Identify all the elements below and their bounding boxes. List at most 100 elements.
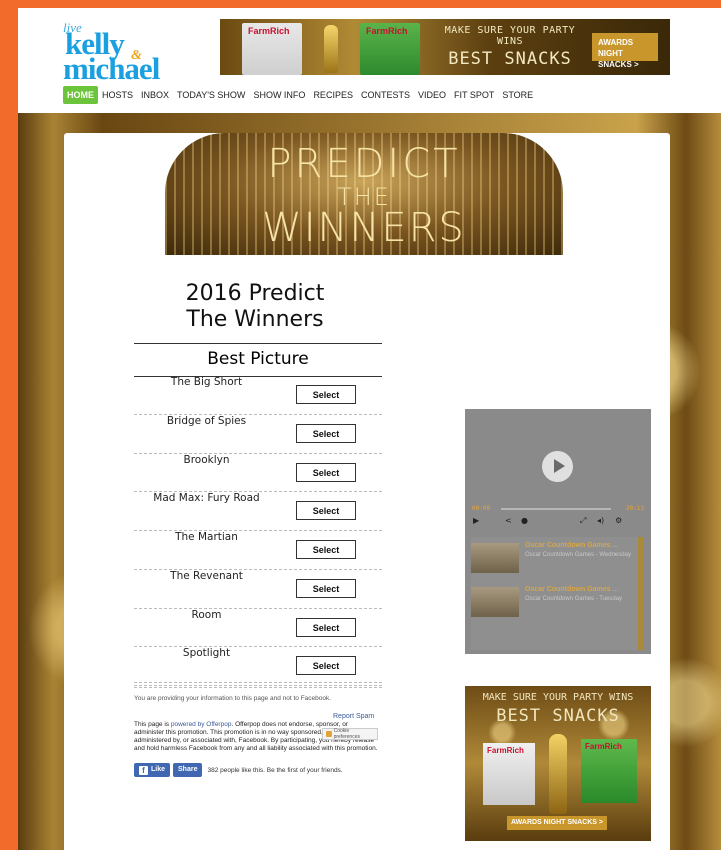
nominee-list: The Big Short Select Bridge of Spies Sel… <box>134 376 382 686</box>
playlist-item-title: Oscar Countdown Games ... <box>525 542 619 549</box>
side-banner-ad[interactable]: MAKE SURE YOUR PARTY WINS BEST SNACKS Fa… <box>465 686 651 841</box>
facebook-like-button[interactable]: f Like <box>134 763 171 777</box>
nav-todays-show[interactable]: TODAY'S SHOW <box>173 86 249 104</box>
gold-background: PREDICT THE WINNERS 2016 Predict The Win… <box>18 113 721 850</box>
nav-store[interactable]: STORE <box>498 86 537 104</box>
cookie-preferences-button[interactable]: Cookie preferences <box>322 728 378 740</box>
ad-cta-button[interactable]: AWARDS NIGHT SNACKS > <box>507 816 607 830</box>
ad-package-brand: FarmRich <box>366 26 408 36</box>
fine-print-intro: This page is <box>134 721 171 728</box>
ad-headline-line1: MAKE SURE YOUR PARTY WINS <box>482 692 634 703</box>
ad-headline-line2: BEST SNACKS <box>448 49 572 69</box>
ad-package-brand: FarmRich <box>248 26 290 36</box>
oscar-statue-icon <box>549 734 567 814</box>
ad-product-package: FarmRich <box>483 743 535 805</box>
nominee-name: Mad Max: Fury Road <box>153 492 260 505</box>
nominee-row: Room Select <box>134 609 382 648</box>
ad-headline-line1: MAKE SURE YOUR PARTY WINS <box>444 25 576 47</box>
top-banner-ad[interactable]: FarmRich FarmRich MAKE SURE YOUR PARTY W… <box>220 19 670 75</box>
facebook-icon: f <box>139 765 148 775</box>
nominee-name: Bridge of Spies <box>166 414 247 427</box>
banner-line3: WINNERS <box>262 205 466 251</box>
lock-icon <box>326 731 332 737</box>
predict-winners-banner: PREDICT THE WINNERS <box>165 133 563 255</box>
nav-fit-spot[interactable]: FIT SPOT <box>450 86 498 104</box>
facebook-share-button[interactable]: Share <box>173 763 203 777</box>
video-player[interactable]: 00:00 20:13 ▶ < ● ⤢ ◂) ⚙ Oscar Countdown… <box>465 409 651 654</box>
offerpop-link[interactable]: powered by Offerpop <box>171 721 232 728</box>
content-panel: PREDICT THE WINNERS 2016 Predict The Win… <box>64 133 670 850</box>
nav-contests[interactable]: CONTESTS <box>357 86 414 104</box>
main-nav: HOME HOSTS INBOX TODAY'S SHOW SHOW INFO … <box>63 86 537 104</box>
time-elapsed: 00:00 <box>472 505 491 512</box>
divider <box>134 682 382 688</box>
nominee-name: The Martian <box>175 531 238 543</box>
nav-home[interactable]: HOME <box>63 86 98 104</box>
ad-headline: MAKE SURE YOUR PARTY WINS BEST SNACKS <box>435 25 585 69</box>
select-button[interactable]: Select <box>296 578 356 598</box>
time-duration: 20:13 <box>625 505 644 512</box>
page: live kelly & michael FarmRich FarmRich M… <box>18 8 721 850</box>
ad-product-package: FarmRich <box>581 739 637 803</box>
nav-inbox[interactable]: INBOX <box>137 86 173 104</box>
nominee-row: Spotlight Select <box>134 647 382 686</box>
nominee-name: Spotlight <box>182 647 231 660</box>
playlist-scrollbar[interactable] <box>638 537 643 650</box>
embed-icon[interactable]: ● <box>521 516 528 525</box>
volume-icon[interactable]: ◂) <box>597 516 604 525</box>
ad-package-brand: FarmRich <box>487 746 524 755</box>
select-button[interactable]: Select <box>296 540 356 559</box>
playlist-item[interactable]: Oscar Countdown Games ... Oscar Countdow… <box>471 539 639 579</box>
ad-package-brand: FarmRich <box>585 742 622 751</box>
report-spam-link[interactable]: Report Spam <box>333 713 374 720</box>
play-icon[interactable] <box>542 451 573 482</box>
cookie-label: Cookie preferences <box>333 728 360 740</box>
nominee-name: Room <box>191 608 222 621</box>
nav-video[interactable]: VIDEO <box>414 86 450 104</box>
oscar-statue-icon <box>324 25 338 73</box>
play-small-icon[interactable]: ▶ <box>473 516 479 525</box>
playlist-item[interactable]: Oscar Countdown Games ... Oscar Countdow… <box>471 583 639 623</box>
ad-cta-button[interactable]: AWARDS NIGHT SNACKS > <box>592 33 658 69</box>
facebook-social-bar: f Like Share 382 people like this. Be th… <box>134 763 343 777</box>
fullscreen-icon[interactable]: ⤢ <box>580 516 586 526</box>
nav-hosts[interactable]: HOSTS <box>98 86 137 104</box>
nominee-row: The Revenant Select <box>134 570 382 609</box>
share-icon[interactable]: < <box>505 516 512 525</box>
select-button[interactable]: Select <box>296 617 356 637</box>
video-thumbnail <box>471 587 519 617</box>
nominee-name: The Big Short <box>170 376 243 388</box>
ad-product-package: FarmRich <box>360 23 420 75</box>
playlist-item-title: Oscar Countdown Games ... <box>525 586 619 593</box>
site-logo[interactable]: live kelly & michael <box>63 20 183 86</box>
nominee-row: Bridge of Spies Select <box>134 415 382 454</box>
playlist-item-subtitle: Oscar Countdown Games - Wednesday <box>525 552 631 558</box>
select-button[interactable]: Select <box>296 423 356 443</box>
nominee-row: The Martian Select <box>134 531 382 570</box>
facebook-disclaimer: You are providing your information to th… <box>134 695 332 702</box>
banner-line1: PREDICT <box>267 141 461 187</box>
playlist-item-subtitle: Oscar Countdown Games - Tuesday <box>525 596 623 602</box>
nominee-row: Mad Max: Fury Road Select <box>134 492 382 531</box>
logo-michael: michael <box>63 51 160 86</box>
video-thumbnail <box>471 543 519 573</box>
nominee-row: Brooklyn Select <box>134 454 382 493</box>
nav-recipes[interactable]: RECIPES <box>309 86 357 104</box>
nominee-name: The Revenant <box>170 569 243 582</box>
like-label: Like <box>151 766 166 773</box>
select-button[interactable]: Select <box>296 385 356 404</box>
contest-title: 2016 Predict The Winners <box>185 281 325 332</box>
select-button[interactable]: Select <box>296 462 356 482</box>
ad-headline-line2: BEST SNACKS <box>496 706 620 726</box>
video-playlist: Oscar Countdown Games ... Oscar Countdow… <box>471 537 643 650</box>
ad-product-package: FarmRich <box>242 23 302 75</box>
category-heading: Best Picture <box>134 343 382 377</box>
select-button[interactable]: Select <box>296 656 356 676</box>
like-count: 382 people like this. Be the first of yo… <box>207 766 343 774</box>
nav-show-info[interactable]: SHOW INFO <box>249 86 309 104</box>
select-button[interactable]: Select <box>296 501 356 521</box>
nominee-name: Brooklyn <box>183 453 230 466</box>
progress-bar[interactable] <box>501 508 611 510</box>
nominee-row: The Big Short Select <box>134 376 382 415</box>
settings-icon[interactable]: ⚙ <box>615 516 622 525</box>
